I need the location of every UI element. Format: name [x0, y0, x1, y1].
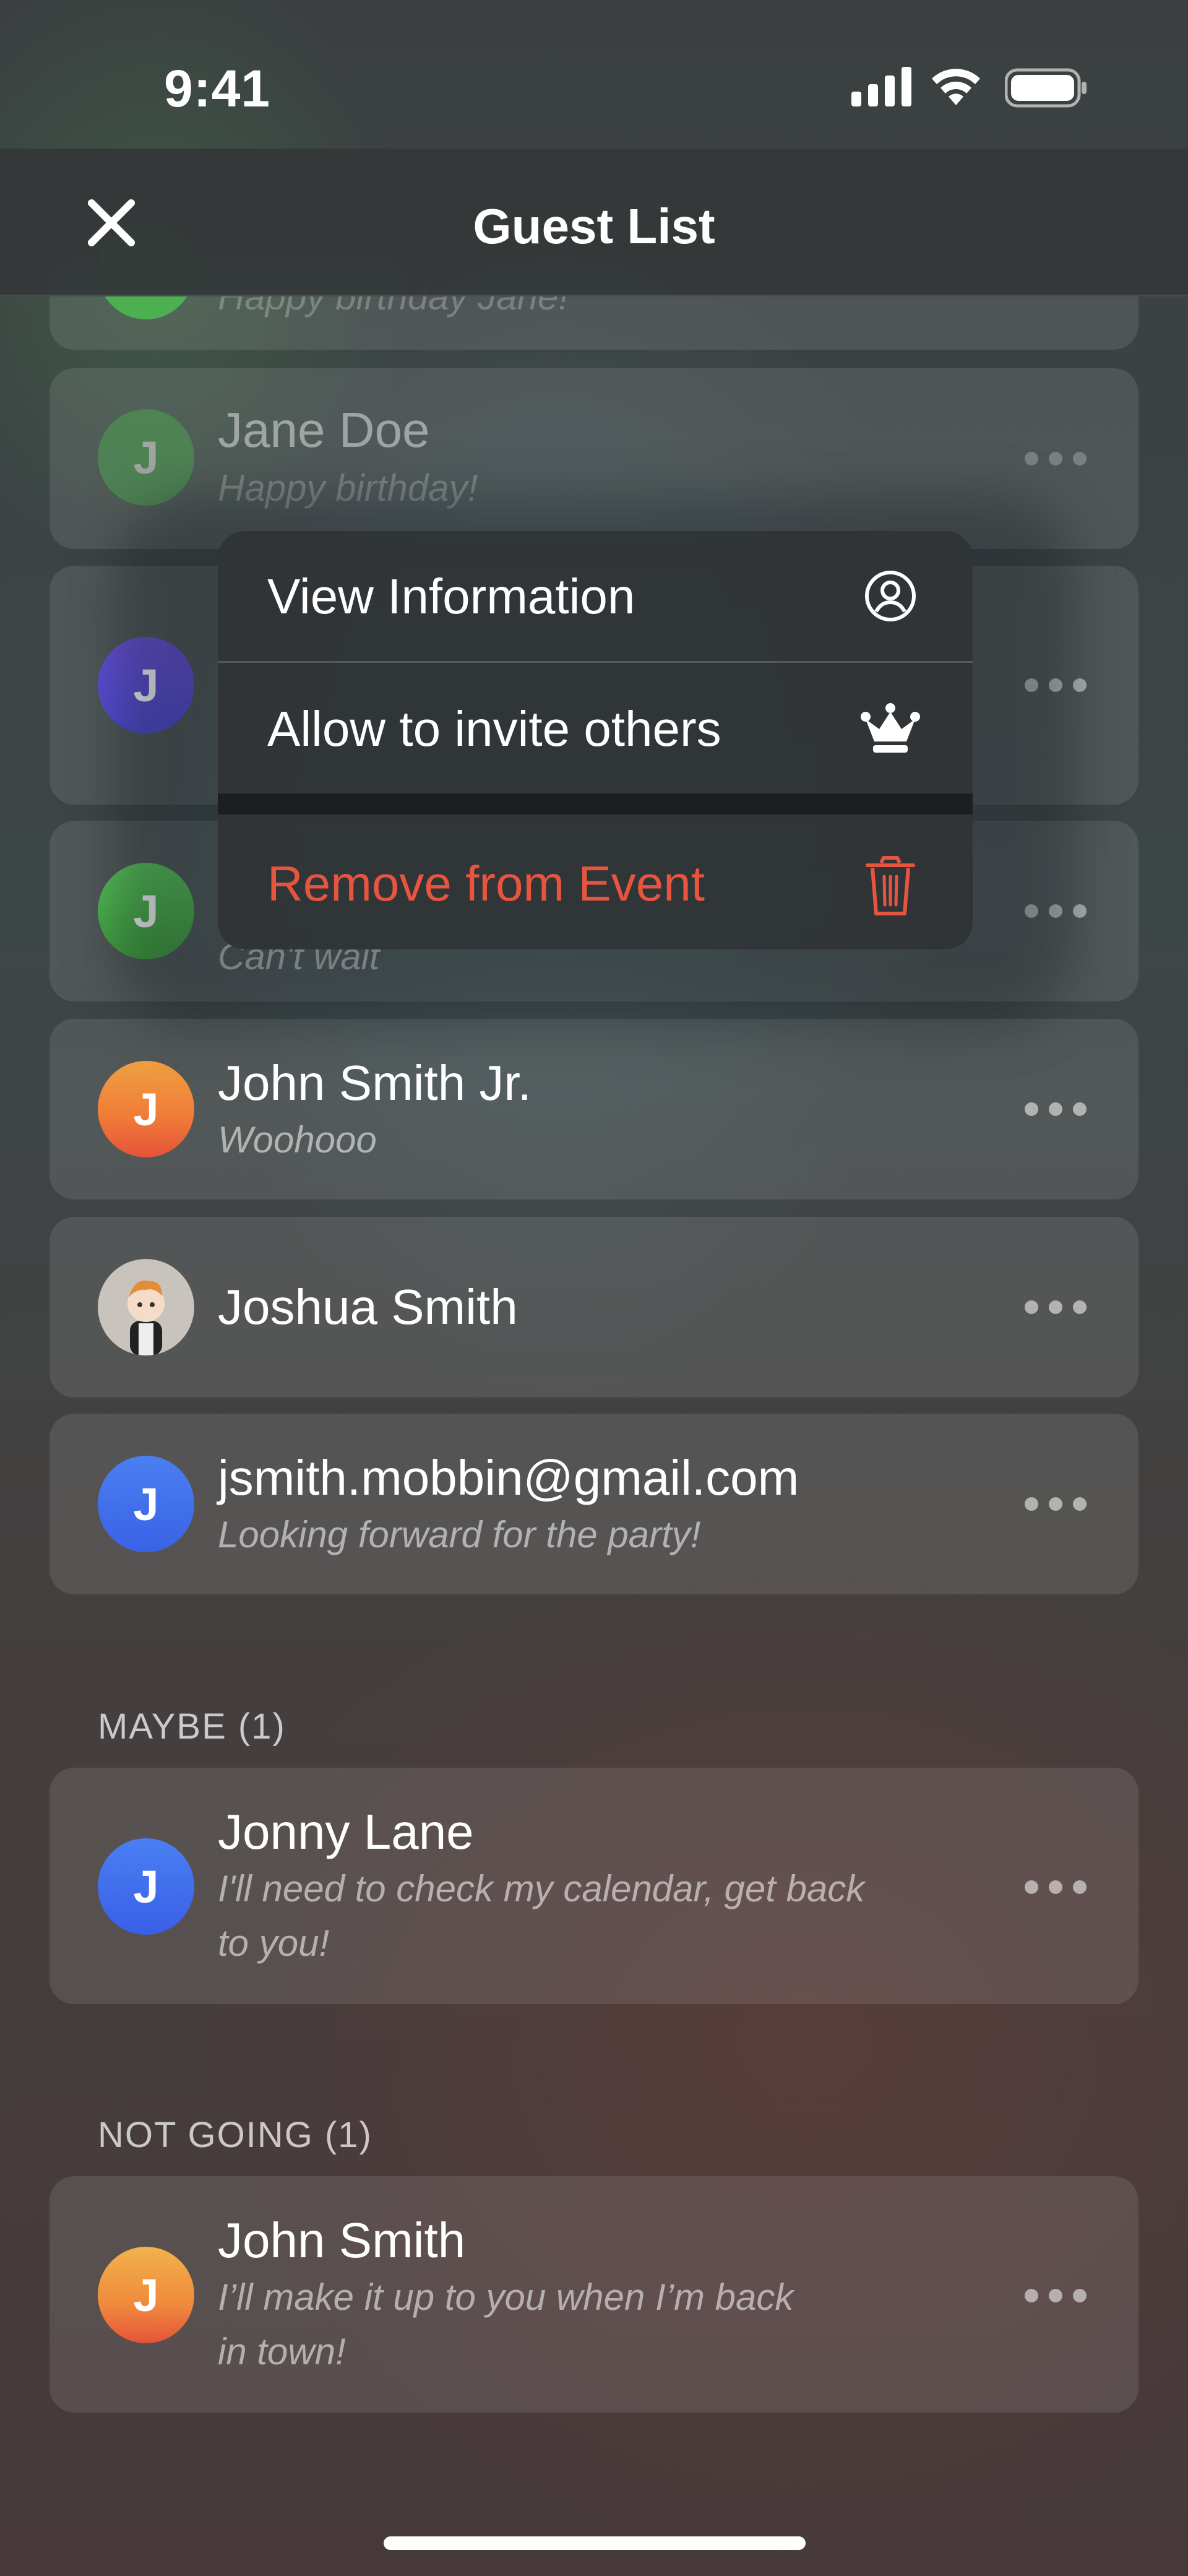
guest-name: Jonny Lane	[218, 1804, 474, 1859]
avatar: J	[98, 2247, 194, 2343]
guest-note: Looking forward for the party!	[218, 1514, 701, 1555]
avatar-initial: J	[133, 2269, 159, 2321]
avatar: J	[98, 1838, 194, 1935]
guest-note: Woohooo	[218, 1119, 377, 1160]
guest-name: John Smith Jr.	[218, 1055, 532, 1110]
crown-icon	[861, 703, 920, 753]
guest-card[interactable]: J John Smith I’ll make it up to you when…	[50, 2176, 1138, 2413]
menu-section-gap	[218, 793, 973, 815]
battery-icon	[1005, 68, 1087, 108]
menu-item-remove-from-event[interactable]: Remove from Event	[218, 818, 973, 948]
more-options-icon[interactable]	[1025, 1495, 1087, 1513]
more-options-icon[interactable]	[1025, 1298, 1087, 1316]
cellular-signal-icon	[851, 67, 911, 106]
avatar-initial: J	[133, 1861, 159, 1913]
section-header-not-going: NOT GOING (1)	[98, 2115, 372, 2155]
avatar-initial: J	[133, 431, 159, 483]
guest-note-line1: I’ll make it up to you when I’m back	[218, 2276, 794, 2318]
nav-header: Guest List	[0, 149, 1188, 296]
avatar-initial: J	[133, 1083, 159, 1135]
menu-item-label: View Information	[267, 569, 635, 624]
section-header-maybe: MAYBE (1)	[98, 1706, 286, 1747]
more-options-icon[interactable]	[1025, 449, 1087, 468]
guest-name: jsmith.mobbin@gmail.com	[218, 1450, 799, 1505]
person-circle-icon	[865, 571, 916, 621]
more-options-icon[interactable]	[1025, 2286, 1087, 2305]
guest-card[interactable]: J jsmith.mobbin@gmail.com Looking forwar…	[50, 1414, 1138, 1594]
guest-name: Joshua Smith	[218, 1279, 518, 1334]
menu-item-allow-invite[interactable]: Allow to invite others	[218, 663, 973, 793]
guest-note-line2: in town!	[218, 2331, 346, 2372]
avatar: J	[98, 409, 194, 506]
guest-card[interactable]: Joshua Smith	[50, 1217, 1138, 1398]
guest-note-line1: I'll need to check my calendar, get back	[218, 1868, 865, 1909]
trash-icon	[866, 856, 915, 915]
menu-item-label: Allow to invite others	[267, 701, 721, 756]
menu-divider	[218, 661, 973, 663]
avatar: J	[98, 1456, 194, 1552]
menu-item-view-information[interactable]: View Information	[218, 531, 973, 661]
guest-note-line2: to you!	[218, 1922, 330, 1964]
status-time: 9:41	[164, 59, 271, 118]
home-indicator[interactable]	[384, 2536, 806, 2550]
guest-card[interactable]: J Jonny Lane I'll need to check my calen…	[50, 1768, 1138, 2004]
status-bar: 9:41	[0, 0, 1188, 149]
context-menu: View Information Allow to invite others …	[218, 531, 973, 949]
guest-card[interactable]: J John Smith Jr. Woohooo	[50, 1019, 1138, 1199]
more-options-icon[interactable]	[1025, 1100, 1087, 1118]
avatar-initial: J	[133, 1478, 159, 1530]
page-title: Guest List	[473, 199, 715, 254]
avatar: J	[98, 1061, 194, 1157]
menu-item-label: Remove from Event	[267, 856, 705, 911]
guest-name: John Smith	[218, 2213, 466, 2268]
more-options-icon[interactable]	[1025, 1878, 1087, 1896]
avatar	[98, 1259, 194, 1355]
guest-name: Jane Doe	[218, 402, 430, 457]
wifi-icon	[932, 69, 980, 105]
